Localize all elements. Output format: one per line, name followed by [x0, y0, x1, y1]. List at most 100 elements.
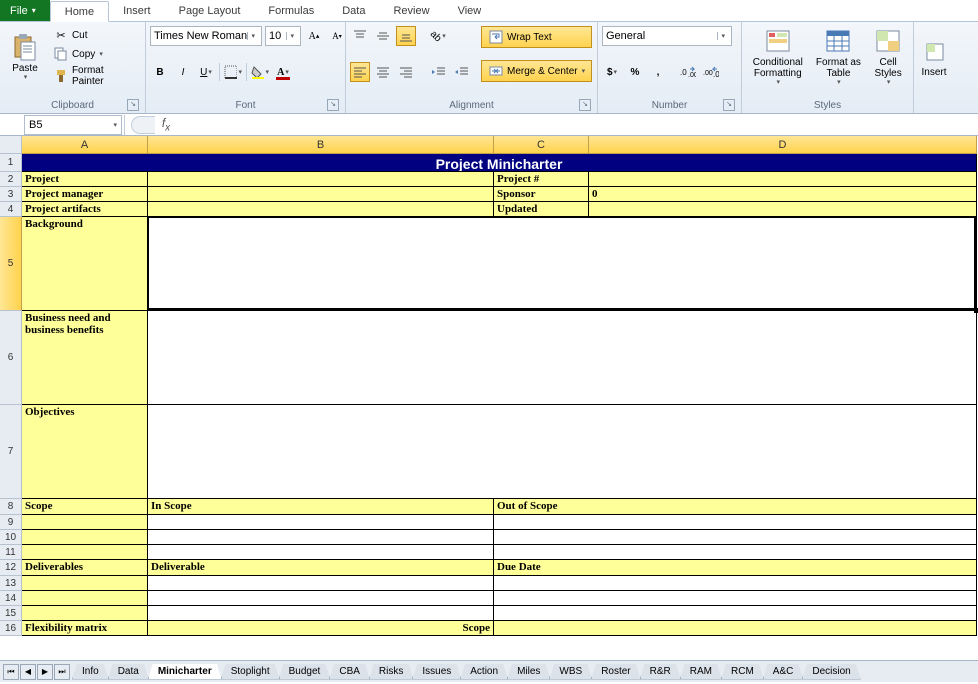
number-format-combo[interactable]: General▾ — [602, 26, 732, 46]
cell[interactable]: Scope — [148, 621, 494, 636]
cell[interactable]: Project # — [494, 172, 589, 187]
tab-review[interactable]: Review — [379, 0, 443, 21]
grow-font-button[interactable]: A▴ — [304, 26, 324, 46]
formula-input[interactable] — [177, 116, 978, 134]
number-launcher[interactable]: ↘ — [723, 99, 735, 111]
cell[interactable]: Scope — [22, 499, 148, 515]
align-center-button[interactable] — [373, 62, 393, 82]
format-painter-button[interactable]: Format Painter — [50, 64, 141, 88]
row-header-14[interactable]: 14 — [0, 591, 22, 606]
fx-expand[interactable] — [131, 116, 155, 134]
sheet-tab-miles[interactable]: Miles — [507, 664, 550, 680]
font-launcher[interactable]: ↘ — [327, 99, 339, 111]
cell[interactable] — [148, 202, 494, 217]
cut-button[interactable]: ✂Cut — [50, 26, 141, 44]
sheet-nav-next[interactable]: ▶ — [37, 664, 53, 680]
decrease-indent-button[interactable] — [428, 62, 448, 82]
font-name-combo[interactable]: Times New Roman▾ — [150, 26, 262, 46]
cell[interactable] — [148, 187, 494, 202]
align-bottom-button[interactable] — [396, 26, 416, 46]
merge-center-button[interactable]: Merge & Center▾ — [481, 60, 592, 82]
paste-button[interactable]: Paste▾ — [4, 24, 46, 90]
row-header-9[interactable]: 9 — [0, 515, 22, 530]
cell[interactable]: In Scope — [148, 499, 494, 515]
cell[interactable]: Objectives — [22, 405, 148, 499]
file-tab[interactable]: File — [0, 0, 50, 21]
cell[interactable] — [494, 606, 977, 621]
cell[interactable] — [22, 515, 148, 530]
cell[interactable] — [148, 405, 977, 499]
cell[interactable] — [22, 606, 148, 621]
sheet-nav-first[interactable]: ⏮ — [3, 664, 19, 680]
fill-color-button[interactable]: ▾ — [250, 62, 270, 82]
copy-button[interactable]: Copy▾ — [50, 45, 141, 63]
cell[interactable]: Updated — [494, 202, 589, 217]
sheet-nav-prev[interactable]: ◀ — [20, 664, 36, 680]
sheet-tab-budget[interactable]: Budget — [279, 664, 331, 680]
cell[interactable] — [148, 311, 977, 405]
tab-formulas[interactable]: Formulas — [254, 0, 328, 21]
sheet-tab-ram[interactable]: RAM — [680, 664, 722, 680]
cell[interactable] — [22, 530, 148, 545]
cell[interactable] — [22, 545, 148, 560]
increase-indent-button[interactable] — [451, 62, 471, 82]
row-header-15[interactable]: 15 — [0, 606, 22, 621]
row-header-13[interactable]: 13 — [0, 576, 22, 591]
cell[interactable]: Due Date — [494, 560, 977, 576]
col-header-B[interactable]: B — [148, 136, 494, 154]
cell[interactable]: Deliverable — [148, 560, 494, 576]
tab-page-layout[interactable]: Page Layout — [165, 0, 255, 21]
cell[interactable] — [148, 576, 494, 591]
percent-button[interactable]: % — [625, 62, 645, 82]
select-all-corner[interactable] — [0, 136, 22, 154]
cell[interactable] — [494, 621, 977, 636]
sheet-tab-r&r[interactable]: R&R — [640, 664, 681, 680]
fx-icon[interactable]: fx — [155, 116, 177, 133]
wrap-text-button[interactable]: Wrap Text — [481, 26, 592, 48]
cell[interactable] — [148, 591, 494, 606]
shrink-font-button[interactable]: A▾ — [327, 26, 347, 46]
row-header-4[interactable]: 4 — [0, 202, 22, 217]
row-header-16[interactable]: 16 — [0, 621, 22, 636]
cell[interactable] — [148, 515, 494, 530]
italic-button[interactable]: I — [173, 62, 193, 82]
font-color-button[interactable]: A▾ — [273, 62, 293, 82]
cell-styles-button[interactable]: Cell Styles▾ — [867, 24, 909, 90]
align-middle-button[interactable] — [373, 26, 393, 46]
bold-button[interactable]: B — [150, 62, 170, 82]
sheet-tab-minicharter[interactable]: Minicharter — [148, 664, 222, 680]
sheet-tab-risks[interactable]: Risks — [369, 664, 413, 680]
cell[interactable] — [148, 217, 977, 311]
col-header-C[interactable]: C — [494, 136, 589, 154]
col-header-D[interactable]: D — [589, 136, 977, 154]
sheet-tab-stoplight[interactable]: Stoplight — [221, 664, 280, 680]
sheet-tab-decision[interactable]: Decision — [802, 664, 860, 680]
increase-decimal-button[interactable]: .0.00 — [678, 62, 698, 82]
row-header-5[interactable]: 5 — [0, 217, 22, 311]
insert-cells-button[interactable]: Insert — [918, 24, 950, 90]
cell[interactable] — [22, 576, 148, 591]
cell[interactable] — [494, 530, 977, 545]
cell[interactable] — [148, 172, 494, 187]
cell[interactable]: Out of Scope — [494, 499, 977, 515]
cell[interactable] — [494, 591, 977, 606]
format-as-table-button[interactable]: Format as Table▾ — [814, 24, 864, 90]
clipboard-launcher[interactable]: ↘ — [127, 99, 139, 111]
cell[interactable]: Sponsor — [494, 187, 589, 202]
name-box[interactable]: B5▾ — [24, 115, 122, 135]
col-header-A[interactable]: A — [22, 136, 148, 154]
cell[interactable] — [494, 576, 977, 591]
cell[interactable] — [589, 172, 977, 187]
sheet-tab-wbs[interactable]: WBS — [549, 664, 592, 680]
row-header-11[interactable]: 11 — [0, 545, 22, 560]
cell[interactable]: Project manager — [22, 187, 148, 202]
cell[interactable] — [494, 545, 977, 560]
row-header-10[interactable]: 10 — [0, 530, 22, 545]
alignment-launcher[interactable]: ↘ — [579, 99, 591, 111]
cell[interactable]: Flexibility matrix — [22, 621, 148, 636]
underline-button[interactable]: U▾ — [196, 62, 216, 82]
tab-home[interactable]: Home — [50, 1, 109, 22]
tab-insert[interactable]: Insert — [109, 0, 165, 21]
cell[interactable] — [148, 530, 494, 545]
tab-data[interactable]: Data — [328, 0, 379, 21]
